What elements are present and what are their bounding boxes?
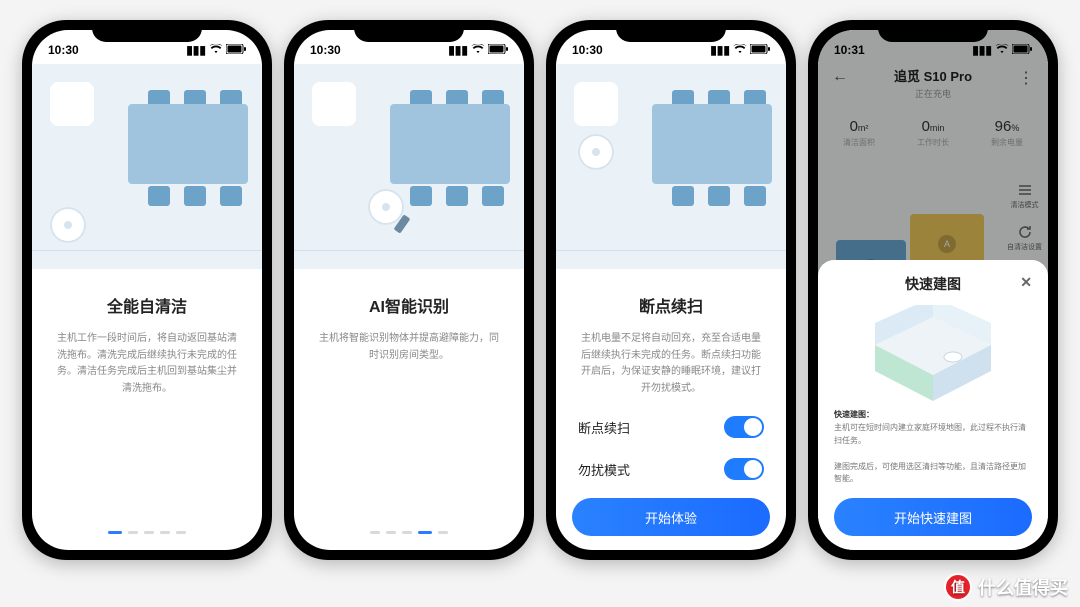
table-icon: [390, 104, 510, 184]
onboarding-desc: 主机工作一段时间后，将自动返回基站清洗拖布。清洗完成后继续执行未完成的任务。清洁…: [54, 331, 240, 397]
wifi-icon: [209, 43, 223, 57]
quick-map-sheet: 快速建图 ✕ 快速建图：: [818, 260, 1048, 550]
onboarding-desc: 主机将智能识别物体并提高避障能力，同时识别房间类型。: [316, 331, 502, 364]
robot-icon: [50, 207, 86, 243]
dock-icon: [312, 82, 356, 126]
page-dots[interactable]: [294, 521, 524, 550]
status-time: 10:30: [48, 43, 79, 57]
sheet-line-2: 建图完成后，可使用选区清扫等功能，且清洁路径更加智能。: [834, 462, 1026, 484]
table-icon: [128, 104, 248, 184]
dock-icon: [574, 82, 618, 126]
onboarding-copy: 断点续扫 主机电量不足将自动回充，充至合适电量后继续执行未完成的任务。断点续扫功…: [556, 269, 786, 406]
toggle-row-dnd: 勿扰模式: [556, 448, 786, 490]
phone-4: 10:31 ▮▮▮ ← 追觅 S10 Pro 正在充电 ⋮ 0m²清洁面积 0m…: [808, 20, 1058, 560]
toggle-label: 勿扰模式: [578, 460, 630, 479]
toggle-label: 断点续扫: [578, 418, 630, 437]
onboarding-illustration: [556, 64, 786, 269]
wifi-icon: [471, 43, 485, 57]
notch: [92, 20, 202, 42]
status-right: ▮▮▮: [186, 43, 246, 57]
page-dots[interactable]: [32, 521, 262, 550]
onboarding-desc: 主机电量不足将自动回充，充至合适电量后继续执行未完成的任务。断点续扫功能开启后，…: [578, 331, 764, 397]
watermark-badge-icon: 值: [944, 573, 972, 601]
button-label: 开始体验: [645, 508, 697, 527]
screen-3: 10:30 ▮▮▮ 断点续扫 主机电量不足将自动回充，充至合适电量后继续执行未完…: [556, 30, 786, 550]
signal-icon: ▮▮▮: [710, 43, 730, 57]
phone-1: 10:30 ▮▮▮ 全能: [22, 20, 272, 560]
status-time: 10:30: [572, 43, 603, 57]
screen-2: 10:30 ▮▮▮ AI智能识别 主机将智能识别物体并提高避障能力，同时识别房间…: [294, 30, 524, 550]
notch: [354, 20, 464, 42]
start-quick-map-button[interactable]: 开始快速建图: [834, 498, 1032, 536]
battery-icon: [488, 43, 508, 57]
onboarding-title: AI智能识别: [316, 293, 502, 317]
signal-icon: ▮▮▮: [186, 43, 206, 57]
onboarding-illustration: [294, 64, 524, 269]
onboarding-illustration: [32, 64, 262, 269]
screen-1: 10:30 ▮▮▮ 全能: [32, 30, 262, 550]
sheet-body: 快速建图： 主机可在短时间内建立家庭环境地图，此过程不执行清扫任务。 建图完成后…: [834, 409, 1032, 486]
phone-2: 10:30 ▮▮▮ AI智能识别 主机将智能识别物体并提高避障能力，同时识别房间…: [284, 20, 534, 560]
onboarding-copy: 全能自清洁 主机工作一段时间后，将自动返回基站清洗拖布。清洗完成后继续执行未完成…: [32, 269, 262, 521]
sheet-title-row: 快速建图 ✕: [834, 274, 1032, 294]
table-icon: [652, 104, 772, 184]
sheet-title: 快速建图: [905, 276, 961, 292]
toggle-dnd[interactable]: [724, 458, 764, 480]
sheet-line-1: 主机可在短时间内建立家庭环境地图，此过程不执行清扫任务。: [834, 423, 1026, 445]
screenshot-row: 10:30 ▮▮▮ 全能: [0, 0, 1080, 580]
battery-icon: [750, 43, 770, 57]
wifi-icon: [733, 43, 747, 57]
status-time: 10:30: [310, 43, 341, 57]
onboarding-title: 断点续扫: [578, 293, 764, 317]
button-label: 开始快速建图: [894, 508, 972, 527]
toggle-resume[interactable]: [724, 416, 764, 438]
sheet-lead: 快速建图：: [834, 410, 874, 419]
onboarding-copy: AI智能识别 主机将智能识别物体并提高避障能力，同时识别房间类型。: [294, 269, 524, 521]
phone-3: 10:30 ▮▮▮ 断点续扫 主机电量不足将自动回充，充至合适电量后继续执行未完…: [546, 20, 796, 560]
isometric-room-icon: [834, 300, 1032, 409]
close-icon[interactable]: ✕: [1020, 274, 1032, 291]
start-experience-button[interactable]: 开始体验: [572, 498, 770, 536]
robot-icon: [578, 134, 614, 170]
screen-4: 10:31 ▮▮▮ ← 追觅 S10 Pro 正在充电 ⋮ 0m²清洁面积 0m…: [818, 30, 1048, 550]
signal-icon: ▮▮▮: [448, 43, 468, 57]
notch: [878, 20, 988, 42]
battery-icon: [226, 43, 246, 57]
dock-icon: [50, 82, 94, 126]
watermark: 值 什么值得买: [944, 573, 1068, 601]
watermark-text: 什么值得买: [978, 574, 1068, 600]
onboarding-title: 全能自清洁: [54, 293, 240, 317]
notch: [616, 20, 726, 42]
toggle-row-resume: 断点续扫: [556, 406, 786, 448]
